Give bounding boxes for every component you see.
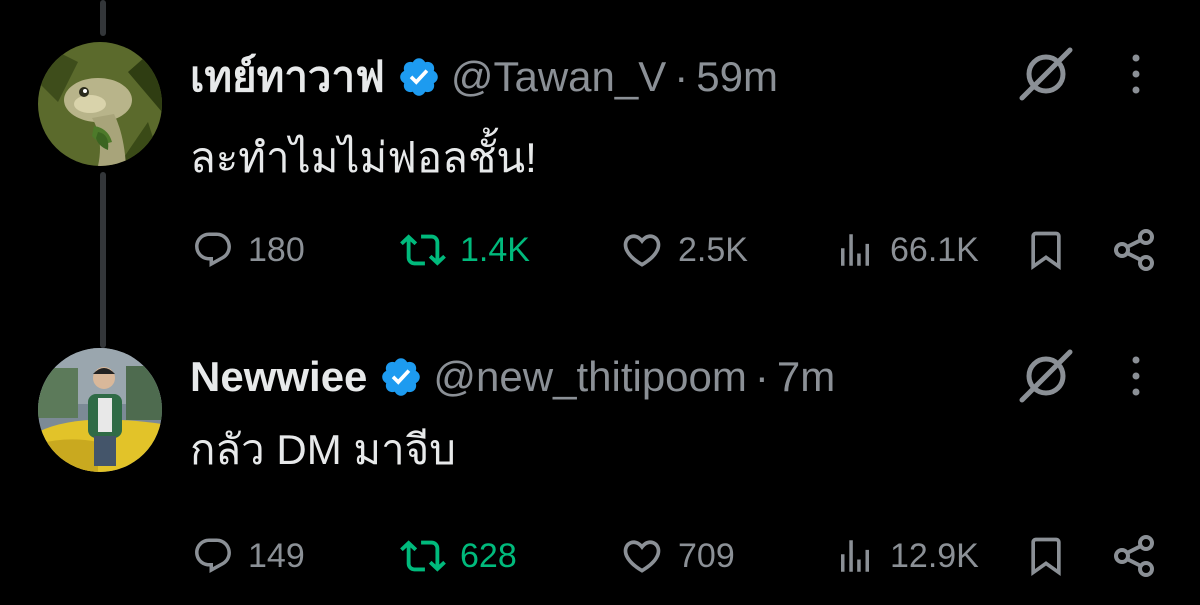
like-count: 709 [678,536,735,575]
like-count: 2.5K [678,230,748,269]
tweet-actions: 180 1.4K 2.5K 66.1K [0,220,1200,280]
reply-count: 149 [248,536,305,575]
more-options-icon[interactable] [1122,348,1150,404]
tweet[interactable]: เทย์ทาวาฟ @Tawan_V · 59m ละทำไมไม่ฟอลชั้… [0,0,1200,300]
reply-count: 180 [248,230,305,269]
avatar[interactable] [38,42,162,166]
view-count: 12.9K [890,536,979,575]
reply-button[interactable]: 149 [192,526,305,586]
more-options-icon[interactable] [1122,46,1150,102]
timestamp[interactable]: 59m [696,52,778,102]
views-icon [841,540,869,572]
avatar[interactable] [38,348,162,472]
grok-icon[interactable] [1018,348,1074,404]
timestamp[interactable]: 7m [777,352,835,402]
tweet[interactable]: Newwiee @new_thitipoom · 7m กลัว DM มาจี… [0,300,1200,605]
tweet-actions: 149 628 709 12.9K [0,526,1200,586]
tweet-text: ละทำไมไม่ฟอลชั้น! [190,134,537,181]
like-button[interactable]: 709 [620,526,735,586]
views-icon [841,234,869,266]
retweet-icon [400,234,446,266]
tweet-header: เทย์ทาวาฟ @Tawan_V · 59m [190,52,778,102]
separator-dot: · [674,53,689,100]
tweet-header: Newwiee @new_thitipoom · 7m [190,352,835,402]
retweet-count: 1.4K [460,230,530,269]
user-handle[interactable]: @Tawan_V [451,52,666,102]
bookmark-icon[interactable] [1024,532,1068,580]
tweet-text: กลัว DM มาจีบ [190,426,456,473]
reply-icon [195,538,231,573]
share-icon[interactable] [1110,226,1158,274]
retweet-icon [400,540,446,572]
user-handle[interactable]: @new_thitipoom [433,352,746,402]
reply-button[interactable]: 180 [192,220,305,280]
share-icon[interactable] [1110,532,1158,580]
verified-badge-icon [382,358,421,396]
heart-icon [623,540,661,573]
heart-icon [623,234,661,267]
view-count: 66.1K [890,230,979,269]
display-name[interactable]: เทย์ทาวาฟ [190,52,385,102]
like-button[interactable]: 2.5K [620,220,748,280]
retweet-button[interactable]: 628 [400,526,517,586]
grok-icon[interactable] [1018,46,1074,102]
separator-dot: · [754,353,769,400]
views-button[interactable]: 12.9K [834,526,979,586]
reply-icon [195,232,231,267]
views-button[interactable]: 66.1K [834,220,979,280]
retweet-count: 628 [460,536,517,575]
display-name[interactable]: Newwiee [190,352,367,402]
bookmark-icon[interactable] [1024,226,1068,274]
retweet-button[interactable]: 1.4K [400,220,530,280]
verified-badge-icon [400,58,438,96]
